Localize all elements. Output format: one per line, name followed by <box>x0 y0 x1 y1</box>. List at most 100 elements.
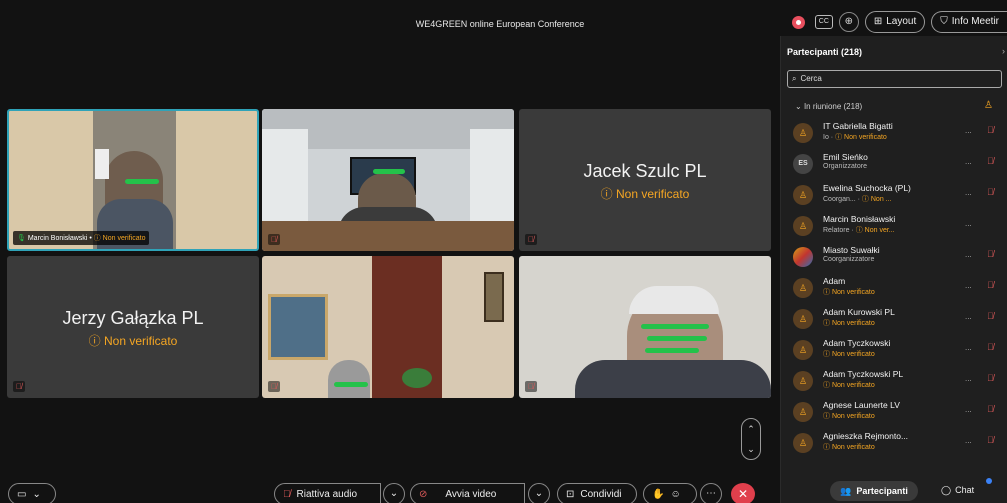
raise-hand-icon[interactable]: ✋ <box>652 489 664 500</box>
censor-bar <box>647 336 707 341</box>
bottom-control-bar: ▭ ⌄ 🎙̸ Riattiva audio ⌄ ⊘ Avvia video ⌄ … <box>0 478 780 503</box>
share-screen-icon: ⊡ <box>566 488 575 500</box>
share-button[interactable]: ⊡ Condividi <box>557 483 637 503</box>
chevron-down-icon[interactable]: ⌄ <box>742 439 760 459</box>
participant-row[interactable]: ♙ Adam Tyczkowski PL ⓘ Non verificato... 🎙̸ <box>793 368 1005 399</box>
more-options-icon[interactable]: ... <box>965 281 972 290</box>
top-controls: CC ⊕ ⊞ Layout ⛉ Info Meetir <box>791 11 1007 33</box>
participant-name: Miasto Suwałki <box>823 245 880 255</box>
more-options-icon[interactable]: ... <box>965 250 972 259</box>
chat-tab-button[interactable]: ◯ Chat <box>941 485 974 496</box>
person-shoulders <box>575 360 771 398</box>
more-options-icon[interactable]: ... <box>965 312 972 321</box>
participant-subline: ⓘ Non verificato <box>823 349 875 359</box>
muted-mic-icon[interactable]: 🎙̸ <box>987 342 994 352</box>
start-video-label: Avvia video <box>445 488 497 500</box>
participant-status: Non verificato <box>102 235 146 242</box>
captions-menu-button[interactable]: ▭ ⌄ <box>8 483 56 503</box>
participant-role: Coorganizzatore <box>823 256 875 263</box>
participant-status: Non verificato <box>831 289 875 296</box>
participant-row[interactable]: ♙ Adam Tyczkowski ⓘ Non verificato... 🎙̸ <box>793 337 1005 368</box>
unread-indicator <box>986 478 992 484</box>
avatar: ♙ <box>793 185 813 205</box>
participant-row[interactable]: ♙ Marcin Bonisławski Relatore · ⓘ Non ver.… <box>793 213 1005 244</box>
participant-name: Adam <box>823 276 846 286</box>
video-tile[interactable]: 🎙̸ <box>262 109 514 251</box>
more-options-icon[interactable]: ... <box>965 343 972 352</box>
video-tile-active-speaker[interactable]: 🎙 Marcin Bonisławski • ⓘ Non verificato <box>7 109 259 251</box>
muted-mic-icon[interactable]: 🎙̸ <box>987 249 994 259</box>
muted-mic-icon[interactable]: 🎙̸ <box>987 404 994 414</box>
unverified-icon: ⓘ <box>823 289 832 296</box>
more-options-icon[interactable]: ... <box>965 126 972 135</box>
avatar: ♙ <box>793 371 813 391</box>
more-options-icon[interactable]: ... <box>965 374 972 383</box>
closed-captions-button[interactable]: CC <box>814 15 833 29</box>
participant-row[interactable]: Miasto Suwałki Coorganizzatore... 🎙̸ <box>793 244 1005 275</box>
muted-mic-icon: 🎙̸ <box>525 381 537 392</box>
meeting-info-button[interactable]: ⛉ Info Meetir <box>931 11 1007 33</box>
participant-row[interactable]: ♙ IT Gabriella Bigatti Io · ⓘ Non verifica… <box>793 120 1005 151</box>
chat-bubble-icon: ◯ <box>941 485 952 495</box>
participant-search-input[interactable]: ⌕ Cerca <box>787 70 1002 88</box>
participants-panel: Partecipanti (218) › ⌕ Cerca ⌄ In riunio… <box>780 36 1007 503</box>
zoom-button[interactable]: ⊕ <box>838 12 859 32</box>
person-icon[interactable]: ♙ <box>984 100 993 111</box>
avatar: ♙ <box>793 278 813 298</box>
video-tile[interactable]: 🎙̸ <box>519 256 771 398</box>
muted-mic-icon[interactable]: 🎙̸ <box>987 187 994 197</box>
more-options-icon[interactable]: ... <box>965 405 972 414</box>
more-options-icon[interactable]: ... <box>965 219 972 228</box>
more-options-button[interactable]: ⋯ <box>700 483 722 503</box>
video-tile-no-camera[interactable]: Jacek Szulc PL ⓘ Non verificato 🎙̸ <box>519 109 771 251</box>
video-tile-no-camera[interactable]: Jerzy Gałązka PL ⓘ Non verificato 🎙̸ <box>7 256 259 398</box>
recording-icon[interactable] <box>791 15 805 29</box>
participant-row[interactable]: ♙ Adam Kurowski PL ⓘ Non verificato... 🎙̸ <box>793 306 1005 337</box>
participant-subline: Coorganizzatore <box>823 256 874 263</box>
participant-row[interactable]: ES Emil Sieńko Organizzatore... 🎙̸ <box>793 151 1005 182</box>
participant-status: ⓘ Non verificato <box>600 187 690 201</box>
participant-row[interactable]: ♙ Agnese Launerte LV ⓘ Non verificato... 🎙̸ <box>793 399 1005 430</box>
start-video-button[interactable]: ⊘ Avvia video <box>410 483 525 503</box>
muted-mic-icon[interactable]: 🎙̸ <box>987 156 994 166</box>
participants-tab-button[interactable]: 👥 Partecipanti <box>830 481 918 501</box>
chevron-up-icon[interactable]: ⌃ <box>742 419 760 439</box>
muted-mic-icon[interactable]: 🎙̸ <box>987 125 994 135</box>
more-options-icon[interactable]: ... <box>965 157 972 166</box>
flag-decoration <box>95 149 109 179</box>
participant-name: IT Gabriella Bigatti <box>823 121 893 131</box>
close-panel-icon[interactable]: › <box>1002 46 1005 56</box>
unverified-icon: ⓘ <box>855 227 865 234</box>
audio-options-button[interactable]: ⌄ <box>383 483 405 503</box>
in-meeting-group-header[interactable]: ⌄ In riunione (218) <box>795 102 862 111</box>
person-head <box>328 360 370 398</box>
unverified-icon: ⓘ <box>823 413 832 420</box>
more-options-icon[interactable]: ... <box>965 188 972 197</box>
muted-mic-icon[interactable]: 🎙̸ <box>987 435 994 445</box>
panel-footer: 👥 Partecipanti ◯ Chat <box>781 477 1007 503</box>
avatar <box>793 247 813 267</box>
leave-meeting-button[interactable]: ✕ <box>731 483 755 503</box>
unverified-icon: ⓘ <box>88 334 101 348</box>
muted-mic-icon: 🎙̸ <box>13 381 25 392</box>
participant-row[interactable]: ♙ Ewelina Suchocka (PL) Coorgan... · ⓘ Non… <box>793 182 1005 213</box>
panel-title: Partecipanti (218) <box>787 47 863 57</box>
video-options-button[interactable]: ⌄ <box>528 483 550 503</box>
layout-label: Layout <box>886 16 917 27</box>
layout-button[interactable]: ⊞ Layout <box>864 11 926 33</box>
more-options-icon[interactable]: ... <box>965 436 972 445</box>
censor-bar <box>373 169 405 174</box>
emoji-icon[interactable]: ☺ <box>670 489 680 500</box>
reactions-group[interactable]: ✋ ☺ <box>643 483 697 503</box>
muted-mic-icon[interactable]: 🎙̸ <box>987 280 994 290</box>
participant-subline: Organizzatore <box>823 163 867 170</box>
grid-scroll-control[interactable]: ⌃ ⌄ <box>741 418 761 460</box>
participant-row[interactable]: ♙ Agnieszka Rejmonto... ⓘ Non verificato..… <box>793 430 1005 461</box>
person-hair <box>629 286 719 314</box>
participant-row[interactable]: ♙ Adam ⓘ Non verificato... 🎙̸ <box>793 275 1005 306</box>
video-tile[interactable]: 🎙̸ <box>262 256 514 398</box>
muted-mic-icon[interactable]: 🎙̸ <box>987 311 994 321</box>
painting <box>268 294 328 360</box>
muted-mic-icon[interactable]: 🎙̸ <box>987 373 994 383</box>
unmute-button[interactable]: 🎙̸ Riattiva audio <box>274 483 381 503</box>
